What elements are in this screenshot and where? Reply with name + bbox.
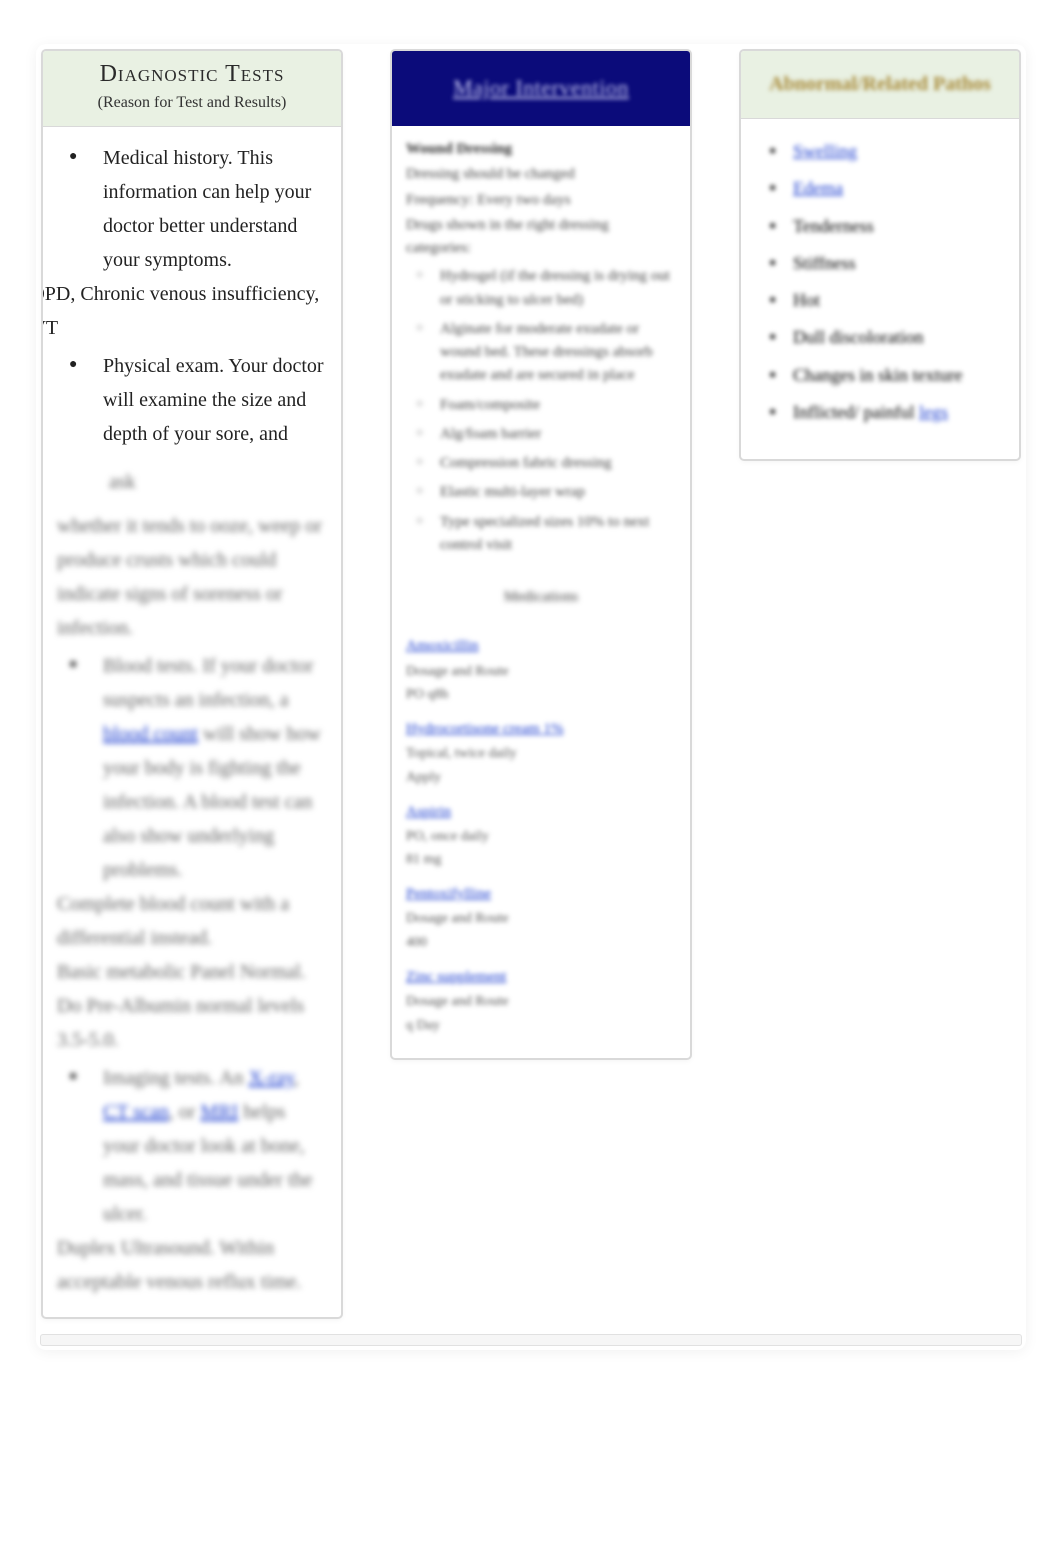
med-link[interactable]: Amoxicillin [406,635,479,658]
link[interactable]: legs [919,402,948,422]
list-item: Compression fabric dressing [440,449,676,478]
paragraph-1: whether it tends to ooze, weep or produc… [57,509,327,645]
list-item: Alg/foam barrier [440,420,676,449]
med-link[interactable]: Aspirin [406,801,451,824]
link-xray[interactable]: X-ray [249,1067,294,1089]
card-subtitle: (Reason for Test and Results) [55,94,329,112]
paragraph-4: Do Pre-Albumin normal levels 3.5-5.0. [57,989,327,1057]
med-link[interactable]: Hydrocortisone cream 1% [406,718,563,741]
list-item: Type specialized sizes 10% to next contr… [440,508,676,561]
card-title: Abnormal/Related Pathos [769,73,991,95]
list-text: Medical history. This information can he… [103,147,311,271]
card-header: Diagnostic Tests (Reason for Test and Re… [43,51,341,127]
paragraph-2: Complete blood count with a differential… [57,887,327,955]
med-line: Topical, twice daily [406,743,676,765]
bullet-list-blur-1: Blood tests. If your doctor suspects an … [57,645,327,887]
med-line: Dosage and Route [406,661,676,683]
link-ct[interactable]: CT scan [103,1101,169,1123]
paragraph-3: Basic metabolic Panel Normal. [57,955,327,989]
text-line: Dressing should be changed [406,163,676,186]
list-item: Foam/composite [440,391,676,420]
dressing-bullet-list: Hydrogel (if the dressing is drying out … [406,262,676,560]
list-item: Hydrogel (if the dressing is drying out … [440,262,676,315]
bullet-list-top: Medical history. This information can he… [57,137,327,277]
text-line: Drugs shown in the right dressing catego… [406,214,676,261]
link[interactable]: Edema [793,178,843,198]
symptom-bullet-list: Swelling Edema Tenderness Stiffness Hot … [759,133,1001,431]
med-line: q Day [406,1015,676,1037]
card-body: Medical history. This information can he… [43,127,341,1317]
paragraph-5: Duplex Ultrasound. Within acceptable ven… [57,1231,327,1299]
col-abnormal-related: Abnormal/Related Pathos Swelling Edema T… [740,50,1020,460]
col-diagnostic-tests: Diagnostic Tests (Reason for Test and Re… [42,50,342,1318]
list-item: Elastic multi-layer wrap [440,478,676,507]
med-line: 400 [406,932,676,954]
short-ask-line: ask [57,465,327,499]
med-line: Dosage and Route [406,991,676,1013]
list-text: Inflicted/ painful [793,402,919,422]
list-item: Dull discoloration [793,319,1001,356]
card-diagnostic-tests: Diagnostic Tests (Reason for Test and Re… [42,50,342,1318]
list-item: Medical history. This information can he… [97,137,327,277]
list-item: Alginate for moderate exudate or wound b… [440,315,676,391]
list-text: Imaging tests. An X-ray, CT scan, or MRI… [103,1067,312,1225]
three-column-grid: Diagnostic Tests (Reason for Test and Re… [40,48,1022,1320]
card-title: Diagnostic Tests [55,61,329,88]
link[interactable]: Swelling [793,141,857,161]
list-item: Blood tests. If your doctor suspects an … [97,645,327,887]
medications-list: Amoxicillin Dosage and Route PO q8h Hydr… [406,635,676,1036]
list-item: Edema [793,170,1001,207]
med-line: Apply [406,767,676,789]
med-line: 81 mg [406,849,676,871]
card-title: Major Intervention [453,75,629,100]
page: Diagnostic Tests (Reason for Test and Re… [0,0,1062,1561]
list-item: Imaging tests. An X-ray, CT scan, or MRI… [97,1057,327,1231]
card-header: Abnormal/Related Pathos [741,51,1019,119]
med-line: Dosage and Route [406,908,676,930]
section-heading: Wound Dressing [406,138,676,161]
list-item: Changes in skin texture [793,357,1001,394]
content-frame: Diagnostic Tests (Reason for Test and Re… [36,44,1026,1350]
list-item: Stiffness [793,245,1001,282]
list-item: Inflicted/ painful legs [793,394,1001,431]
bullet-list-blur-2: Imaging tests. An X-ray, CT scan, or MRI… [57,1057,327,1231]
list-item: Hot [793,282,1001,319]
list-text: Physical exam. Your doctor will examine … [103,355,324,445]
list-item: Swelling [793,133,1001,170]
medications-heading: Medications [504,586,578,609]
interjection-line: COPD, Chronic venous insufficiency, DVT [42,277,327,345]
list-item: Tenderness [793,208,1001,245]
card-abnormal-related: Abnormal/Related Pathos Swelling Edema T… [740,50,1020,460]
bullet-list-mid: Physical exam. Your doctor will examine … [57,345,327,451]
footer-divider [40,1334,1022,1346]
text-line: Frequency: Every two days [406,189,676,212]
medications-heading-wrap: Medications [406,586,676,609]
med-line: PO, once daily [406,826,676,848]
med-link[interactable]: Zinc supplement [406,966,506,989]
list-item: Physical exam. Your doctor will examine … [97,345,327,451]
link-mri[interactable]: MRI [200,1101,238,1123]
card-header: Major Intervention [392,51,690,126]
card-major-intervention: Major Intervention Wound Dressing Dressi… [391,50,691,1059]
med-link[interactable]: Pentoxifylline [406,883,491,906]
link-blood-count[interactable]: blood count [103,723,198,745]
card-body: Swelling Edema Tenderness Stiffness Hot … [741,119,1019,459]
spacer [57,451,327,465]
col-major-intervention: Major Intervention Wound Dressing Dressi… [391,50,691,1059]
list-text: Blood tests. If your doctor suspects an … [103,655,321,881]
card-body: Wound Dressing Dressing should be change… [392,126,690,1058]
med-line: PO q8h [406,684,676,706]
